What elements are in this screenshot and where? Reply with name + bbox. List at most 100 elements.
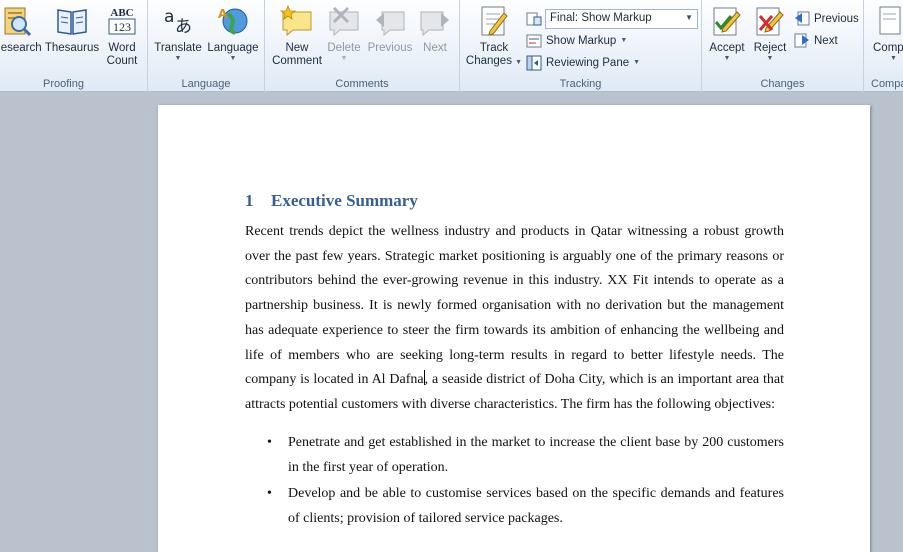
thesaurus-icon: [54, 4, 90, 38]
compare-button[interactable]: Compa ▼: [866, 4, 903, 72]
accept-dropdown-icon: ▼: [723, 55, 731, 62]
paragraph-text-before-cursor: Recent trends depict the wellness indust…: [245, 224, 784, 388]
word-count-label-1: Word: [108, 42, 136, 54]
svg-text:123: 123: [113, 20, 131, 34]
document-body[interactable]: 1 Executive Summary Recent trends depict …: [245, 191, 784, 532]
reviewing-pane-button[interactable]: Reviewing Pane ▼: [526, 53, 640, 73]
track-changes-icon: [476, 4, 512, 38]
reject-dropdown-icon: ▼: [766, 55, 774, 62]
delete-comment-button[interactable]: Delete ▼: [323, 4, 365, 72]
compare-group-label: Compa: [871, 78, 903, 90]
document-page[interactable]: 1 Executive Summary Recent trends depict …: [158, 105, 870, 552]
display-for-review-arrow-icon: ▼: [685, 13, 693, 22]
new-comment-icon: [279, 4, 315, 38]
comments-group: New Comment Delete ▼ Previous Next Comme…: [265, 0, 460, 92]
compare-group: Compa ▼ Compa: [864, 0, 903, 92]
comments-group-label: Comments: [335, 78, 389, 90]
next-change-icon: [794, 33, 810, 49]
research-label: Research: [0, 42, 42, 54]
new-comment-button[interactable]: New Comment: [269, 4, 325, 72]
accept-icon: [709, 4, 745, 38]
thesaurus-button[interactable]: Thesaurus: [44, 4, 100, 72]
next-comment-button[interactable]: Next: [415, 4, 455, 72]
previous-comment-icon: [372, 4, 408, 38]
display-for-review-value: Final: Show Markup: [550, 12, 652, 24]
new-comment-label-1: New: [285, 42, 309, 54]
heading-text: Executive Summary: [271, 191, 418, 210]
show-markup-icon: [526, 33, 542, 49]
new-comment-label-2: Comment: [272, 55, 322, 67]
svg-text:あ: あ: [175, 17, 192, 37]
research-button[interactable]: Research: [0, 4, 44, 72]
tracking-group-label: Tracking: [559, 78, 602, 90]
thesaurus-label: Thesaurus: [44, 42, 100, 54]
heading-number: 1: [245, 191, 254, 210]
translate-button[interactable]: a あ Translate ▼: [153, 4, 203, 72]
svg-text:ABC: ABC: [110, 7, 133, 19]
delete-dropdown-icon: ▼: [340, 55, 348, 62]
reviewing-pane-icon: [526, 55, 542, 71]
research-icon: [0, 4, 35, 38]
previous-change-label: Previous: [814, 13, 859, 25]
display-for-review-icon: [526, 11, 542, 27]
language-button[interactable]: A Language ▼: [205, 4, 261, 72]
compare-label: Compa: [873, 42, 903, 54]
svg-text:A: A: [218, 7, 228, 21]
display-for-review-row: [526, 9, 542, 29]
objectives-list: • Penetrate and get established in the ma…: [245, 430, 784, 531]
word-count-icon: ABC 123: [104, 4, 140, 38]
bullet-icon: •: [267, 434, 272, 450]
previous-change-icon: [794, 11, 810, 27]
bullet-icon: •: [267, 485, 272, 501]
translate-dropdown-icon: ▼: [174, 55, 182, 62]
track-changes-dropdown-icon: ▼: [515, 59, 523, 66]
display-for-review-dropdown[interactable]: Final: Show Markup ▼: [545, 9, 698, 29]
word-count-button[interactable]: ABC 123 Word Count: [100, 4, 144, 72]
svg-text:a: a: [164, 7, 174, 27]
document-workspace: 1 Executive Summary Recent trends depict …: [0, 92, 903, 552]
delete-comment-icon: [326, 4, 362, 38]
summary-paragraph[interactable]: Recent trends depict the wellness indust…: [245, 220, 784, 418]
tracking-group: Track Changes ▼ Final: Show Markup ▼ Sho…: [460, 0, 702, 92]
show-markup-button[interactable]: Show Markup ▼: [526, 31, 627, 51]
reviewing-pane-dropdown-icon: ▼: [633, 59, 641, 66]
track-changes-label-1: Track: [479, 42, 509, 54]
language-dropdown-icon: ▼: [229, 55, 237, 62]
previous-comment-label: Previous: [367, 42, 413, 54]
list-item[interactable]: • Penetrate and get established in the ma…: [245, 430, 784, 480]
translate-icon: a あ: [160, 4, 196, 38]
compare-dropdown-icon: ▼: [890, 55, 897, 62]
track-changes-label-2: Changes ▼: [465, 55, 523, 67]
review-ribbon: Research Thesaurus ABC 123: [0, 0, 903, 92]
delete-comment-label: Delete: [327, 42, 361, 54]
next-comment-label: Next: [423, 42, 447, 54]
next-comment-icon: [417, 4, 453, 38]
language-group: a あ Translate ▼ A Language ▼ Language: [148, 0, 265, 92]
list-item-text: Develop and be able to customise service…: [288, 485, 784, 526]
previous-change-button[interactable]: Previous: [794, 9, 859, 29]
section-heading: 1 Executive Summary: [245, 191, 784, 215]
compare-icon: [866, 4, 902, 38]
accept-button[interactable]: Accept ▼: [706, 4, 748, 72]
next-change-button[interactable]: Next: [794, 31, 838, 51]
proofing-group-label: Proofing: [43, 78, 84, 90]
reject-icon: [752, 4, 788, 38]
word-count-label-2: Count: [106, 55, 138, 67]
proofing-group: Research Thesaurus ABC 123: [0, 0, 148, 92]
track-changes-button[interactable]: Track Changes ▼: [464, 4, 524, 72]
accept-label: Accept: [709, 42, 745, 54]
changes-group-label: Changes: [760, 78, 805, 90]
show-markup-label: Show Markup: [546, 35, 617, 47]
previous-comment-button[interactable]: Previous: [365, 4, 415, 72]
reject-label: Reject: [753, 42, 787, 54]
list-item-text: Penetrate and get established in the mar…: [288, 434, 784, 475]
language-globe-icon: A: [215, 4, 251, 38]
list-item[interactable]: • Develop and be able to customise servic…: [245, 481, 784, 531]
language-label: Language: [207, 42, 259, 54]
show-markup-dropdown-icon: ▼: [620, 37, 628, 44]
changes-group: Accept ▼ Reject ▼ Previous Next Changes: [702, 0, 864, 92]
language-group-label: Language: [181, 78, 231, 90]
next-change-label: Next: [814, 35, 838, 47]
reject-button[interactable]: Reject ▼: [749, 4, 791, 72]
translate-label: Translate: [154, 42, 202, 54]
